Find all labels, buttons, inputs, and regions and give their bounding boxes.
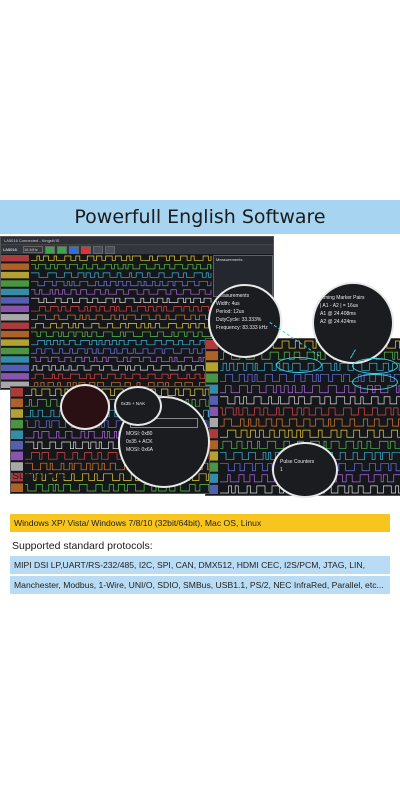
channel-label-swatch — [1, 322, 29, 329]
zoom-out-icon[interactable] — [105, 245, 115, 254]
highlight-oval — [276, 357, 322, 373]
timing-a1: A1 @ 24.408ms — [320, 311, 356, 317]
decoded-item: MOSI: 0x80 — [126, 431, 153, 437]
channel-label-swatch — [1, 356, 29, 363]
stop-button[interactable] — [69, 245, 79, 254]
pulse-title: Pulse Counters — [280, 459, 315, 465]
support-os-bar: Windows XP/ Vista/ Windows 7/8/10 (32bit… — [10, 514, 390, 532]
channel-label-swatch — [11, 441, 23, 450]
channel-label-swatch — [11, 483, 23, 492]
toolbar: LA5016 16 MHz — [1, 245, 273, 254]
protocols-bar-1: MIPI DSI LP,UART/RS-232/485, I2C, SPI, C… — [10, 556, 390, 574]
timing-a2: A2 @ 24.424ms — [320, 319, 356, 325]
signal-zoom-callout — [60, 384, 110, 430]
channel-label-swatch — [1, 271, 29, 279]
meas-freq: Frequency: 83.333 kHz — [216, 325, 268, 331]
channel-label-swatch — [1, 255, 29, 262]
channel-label-swatch — [1, 280, 29, 287]
channel-label-swatch — [1, 288, 29, 296]
highlight-oval — [352, 358, 398, 374]
sample-rate-select[interactable]: 16 MHz — [23, 246, 43, 253]
start-button[interactable] — [45, 245, 55, 254]
software-screenshot-collage: LA5016 Connected - KingstVIS LA5016 16 M… — [0, 234, 400, 498]
timing-pair: | A1 - A2 | = 16us — [320, 303, 359, 309]
support-os-label: Support OS: — [12, 470, 70, 482]
channel-label-swatch — [1, 364, 29, 372]
measurements-zoom-callout: Measurements Width: 4us Period: 12us Dut… — [208, 284, 282, 358]
banner-title: Powerfull English Software — [74, 206, 326, 228]
timing-title: Timing Marker Pairs — [320, 295, 365, 301]
channel-label-swatch — [1, 330, 29, 338]
device-name: LA5016 — [3, 247, 17, 252]
nak-text: 0x35 + NAK — [121, 401, 146, 406]
channel-label-swatch — [206, 373, 218, 383]
channel-label-swatch — [1, 297, 29, 304]
pulse-counter-zoom-callout: Pulse Counters 1 — [272, 442, 338, 498]
channel-label-swatch — [11, 409, 23, 418]
pulse-value: 1 — [280, 467, 283, 473]
decoded-item: MOSI: 0x6A — [126, 447, 153, 453]
meas-width: Width: 4us — [216, 301, 240, 307]
channel-label-swatch — [11, 451, 23, 461]
channel-label-swatch — [11, 430, 23, 439]
zoom-in-icon[interactable] — [93, 245, 103, 254]
title-banner: Powerfull English Software — [0, 200, 400, 234]
channel-label-swatch — [1, 263, 29, 270]
decoded-item: 0x35 + ACK — [126, 439, 153, 445]
measurements-title: Measurements — [216, 257, 243, 262]
channel-label-swatch — [206, 362, 218, 372]
measurements-callout-title: Measurements — [216, 293, 250, 299]
channel-label-swatch — [1, 347, 29, 355]
single-button[interactable] — [57, 245, 67, 254]
channel-label-swatch — [1, 373, 29, 380]
channel-label-swatch — [1, 314, 29, 321]
nak-zoom-callout: 0x35 + NAK — [114, 386, 162, 426]
protocols-label: Supported standard protocols: — [12, 540, 153, 552]
highlight-oval — [352, 374, 398, 390]
channel-label-swatch — [11, 388, 23, 397]
window-titlebar: LA5016 Connected - KingstVIS — [1, 237, 273, 245]
protocols-bar-2: Manchester, Modbus, 1-Wire, UNI/O, SDIO,… — [10, 576, 390, 594]
meas-period: Period: 12us — [216, 309, 245, 315]
record-button[interactable] — [81, 245, 91, 254]
channel-label-swatch — [1, 305, 29, 313]
channel-label-swatch — [11, 398, 23, 408]
channel-label-swatch — [206, 351, 218, 361]
channel-label-swatch — [1, 339, 29, 346]
channel-label-swatch — [11, 419, 23, 429]
window-title: LA5016 Connected - KingstVIS — [4, 238, 60, 243]
